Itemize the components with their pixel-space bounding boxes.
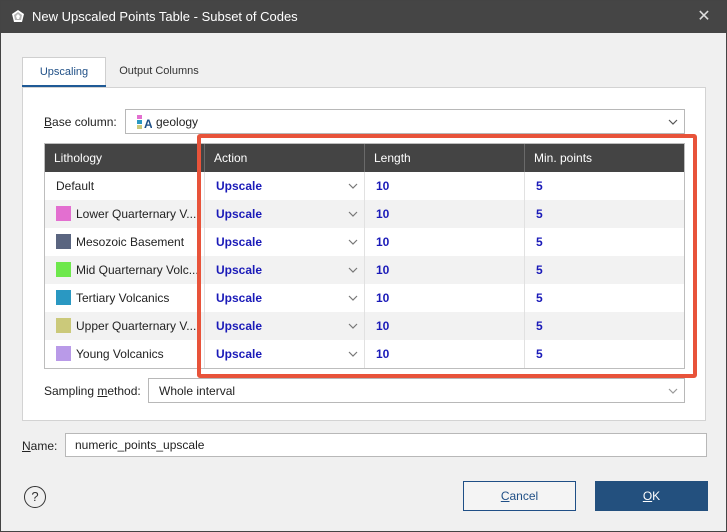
chevron-down-icon [668,388,678,394]
chevron-down-icon [348,295,358,301]
lithology-cell: Mid Quarternary Volc... [45,256,205,284]
table-row[interactable]: Mesozoic Basement Upscale 10 5 [45,228,684,256]
lithology-name: Default [45,172,205,200]
lithology-cell: Lower Quarternary V... [45,200,205,228]
length-value[interactable]: 10 [365,200,525,228]
color-swatch [56,346,71,362]
window-title: New Upscaled Points Table - Subset of Co… [32,9,298,24]
length-value[interactable]: 10 [365,284,525,312]
cancel-button[interactable]: Cancel [463,481,576,511]
table-row[interactable]: Mid Quarternary Volc... Upscale 10 5 [45,256,684,284]
base-column-label: Base column: [44,115,117,129]
min-points-value[interactable]: 5 [525,228,684,256]
base-column-select[interactable]: A geology [125,109,685,134]
dialog-window: New Upscaled Points Table - Subset of Co… [0,0,727,532]
table-row[interactable]: Default Upscale 10 5 [45,172,684,200]
app-logo-icon [12,10,24,22]
header-lithology[interactable]: Lithology [45,144,205,172]
sampling-method-value: Whole interval [159,383,236,398]
table-row[interactable]: Lower Quarternary V... Upscale 10 5 [45,200,684,228]
length-value[interactable]: 10 [365,256,525,284]
length-value[interactable]: 10 [365,340,525,368]
title-bar: New Upscaled Points Table - Subset of Co… [1,1,726,33]
lithology-name: Mesozoic Basement [76,235,185,249]
close-icon[interactable]: ✕ [694,7,714,27]
color-swatch [56,234,71,250]
name-input[interactable]: numeric_points_upscale [65,433,707,457]
lithology-grid: Lithology Action Length Min. points Defa… [44,143,685,369]
table-row[interactable]: Tertiary Volcanics Upscale 10 5 [45,284,684,312]
length-value[interactable]: 10 [365,172,525,200]
tab-output-columns[interactable]: Output Columns [107,57,211,87]
sampling-method-select[interactable]: Whole interval [148,378,685,403]
min-points-value[interactable]: 5 [525,340,684,368]
min-points-value[interactable]: 5 [525,312,684,340]
action-select[interactable]: Upscale [205,228,365,256]
chevron-down-icon [668,119,678,125]
header-length[interactable]: Length [365,144,525,172]
length-value[interactable]: 10 [365,312,525,340]
name-label: Name: [22,439,58,453]
header-min-points[interactable]: Min. points [525,144,684,172]
color-swatch [56,206,71,222]
header-action[interactable]: Action [205,144,365,172]
length-value[interactable]: 10 [365,228,525,256]
lithology-cell: Tertiary Volcanics [45,284,205,312]
lithology-name: Upper Quarternary V... [76,319,197,333]
color-swatch [56,262,71,278]
help-icon[interactable]: ? [24,486,46,508]
action-select[interactable]: Upscale [205,256,365,284]
color-swatch [56,318,71,334]
chevron-down-icon [348,323,358,329]
min-points-value[interactable]: 5 [525,200,684,228]
lithology-cell: Upper Quarternary V... [45,312,205,340]
color-swatch [56,290,71,306]
action-select[interactable]: Upscale [205,200,365,228]
chevron-down-icon [348,351,358,357]
min-points-value[interactable]: 5 [525,172,684,200]
action-select[interactable]: Upscale [205,340,365,368]
lithology-name: Lower Quarternary V... [76,207,197,221]
chevron-down-icon [348,239,358,245]
action-select[interactable]: Upscale [205,312,365,340]
table-row[interactable]: Upper Quarternary V... Upscale 10 5 [45,312,684,340]
chevron-down-icon [348,183,358,189]
tab-upscaling[interactable]: Upscaling [22,57,106,88]
action-select[interactable]: Upscale [205,284,365,312]
min-points-value[interactable]: 5 [525,284,684,312]
lithology-name: Mid Quarternary Volc... [76,263,199,277]
ok-button[interactable]: OK [595,481,708,511]
lithology-column-icon: A [137,114,152,130]
chevron-down-icon [348,211,358,217]
min-points-value[interactable]: 5 [525,256,684,284]
chevron-down-icon [348,267,358,273]
lithology-name: Tertiary Volcanics [76,291,170,305]
lithology-name: Young Volcanics [76,347,164,361]
table-row[interactable]: Young Volcanics Upscale 10 5 [45,340,684,368]
action-select[interactable]: Upscale [205,172,365,200]
sampling-method-label: Sampling method: [44,384,141,398]
lithology-cell: Mesozoic Basement [45,228,205,256]
grid-header: Lithology Action Length Min. points [45,144,684,172]
svg-text:A: A [144,117,152,130]
base-column-value: geology [156,114,199,129]
lithology-cell: Young Volcanics [45,340,205,368]
